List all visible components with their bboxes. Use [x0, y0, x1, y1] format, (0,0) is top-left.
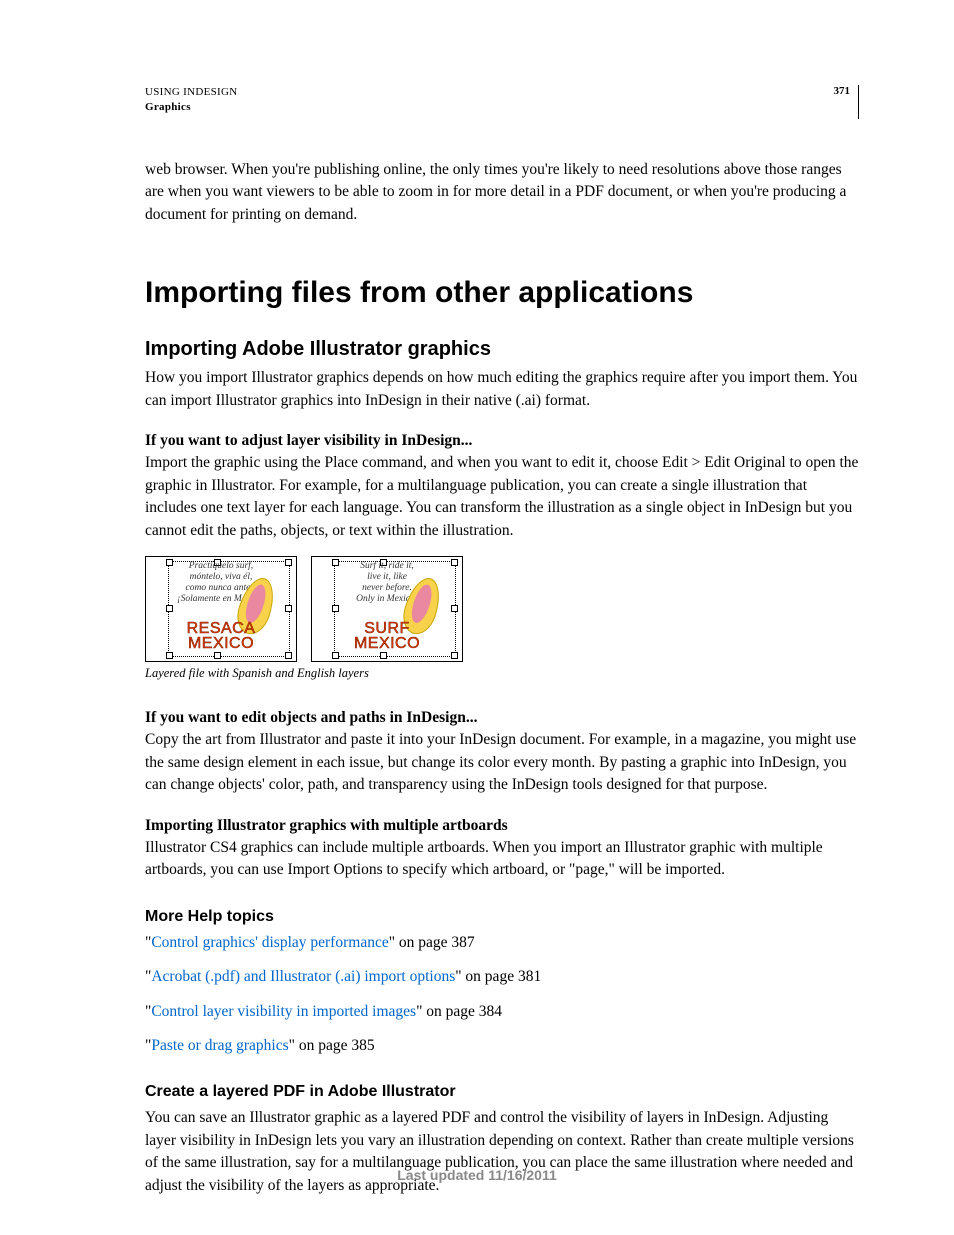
para-adjust-layer-visibility: Import the graphic using the Place comma…	[145, 452, 859, 542]
figure-english-logo: SURF MEXICO	[324, 621, 450, 651]
page-header: USING INDESIGN Graphics 371	[145, 85, 859, 119]
help-item: "Control layer visibility in imported im…	[145, 1001, 859, 1023]
link-layer-visibility[interactable]: Control layer visibility in imported ima…	[151, 1003, 416, 1020]
page-ref: " on page 384	[416, 1003, 502, 1020]
intro-paragraph: web browser. When you're publishing onli…	[145, 159, 859, 226]
link-import-options[interactable]: Acrobat (.pdf) and Illustrator (.ai) imp…	[151, 968, 455, 985]
header-doc-title: USING INDESIGN	[145, 85, 238, 100]
logo-line2: MEXICO	[188, 635, 254, 652]
help-item: "Control graphics' display performance" …	[145, 932, 859, 954]
link-display-performance[interactable]: Control graphics' display performance	[151, 934, 388, 951]
heading-importing-files: Importing files from other applications	[145, 276, 859, 310]
para-multiple-artboards: Illustrator CS4 graphics can include mul…	[145, 837, 859, 882]
lead-edit-objects-paths: If you want to edit objects and paths in…	[145, 709, 859, 727]
figure-spanish-logo: RESACA MEXICO	[158, 621, 284, 651]
figure-caption: Layered file with Spanish and English la…	[145, 666, 859, 681]
header-section: Graphics	[145, 100, 238, 115]
help-item: "Acrobat (.pdf) and Illustrator (.ai) im…	[145, 966, 859, 988]
heading-layered-pdf: Create a layered PDF in Adobe Illustrato…	[145, 1083, 859, 1101]
figure-spanish-layer: Practíquelo surf, móntelo, viva él, como…	[145, 556, 297, 662]
header-left: USING INDESIGN Graphics	[145, 85, 238, 119]
page-ref: " on page 381	[455, 968, 541, 985]
header-rule	[858, 85, 859, 119]
page-ref: " on page 387	[389, 934, 475, 951]
lead-adjust-layer-visibility: If you want to adjust layer visibility i…	[145, 432, 859, 450]
header-right: 371	[834, 85, 860, 119]
document-page: USING INDESIGN Graphics 371 web browser.…	[0, 0, 954, 1235]
figure-layered-file: Practíquelo surf, móntelo, viva él, como…	[145, 556, 859, 662]
para-edit-objects-paths: Copy the art from Illustrator and paste …	[145, 729, 859, 796]
logo-line2: MEXICO	[354, 635, 420, 652]
para-layered-pdf: You can save an Illustrator graphic as a…	[145, 1107, 859, 1197]
page-footer: Last updated 11/16/2011	[0, 1167, 954, 1183]
lead-multiple-artboards: Importing Illustrator graphics with mult…	[145, 817, 859, 835]
page-ref: " on page 385	[289, 1037, 375, 1054]
help-item: "Paste or drag graphics" on page 385	[145, 1035, 859, 1057]
more-help-list: "Control graphics' display performance" …	[145, 932, 859, 1058]
link-paste-drag[interactable]: Paste or drag graphics	[151, 1037, 288, 1054]
para-illustrator-intro: How you import Illustrator graphics depe…	[145, 367, 859, 412]
heading-more-help: More Help topics	[145, 908, 859, 926]
figure-english-layer: Surf it, ride it, live it, like never be…	[311, 556, 463, 662]
page-number: 371	[834, 85, 859, 97]
heading-illustrator-graphics: Importing Adobe Illustrator graphics	[145, 338, 859, 361]
